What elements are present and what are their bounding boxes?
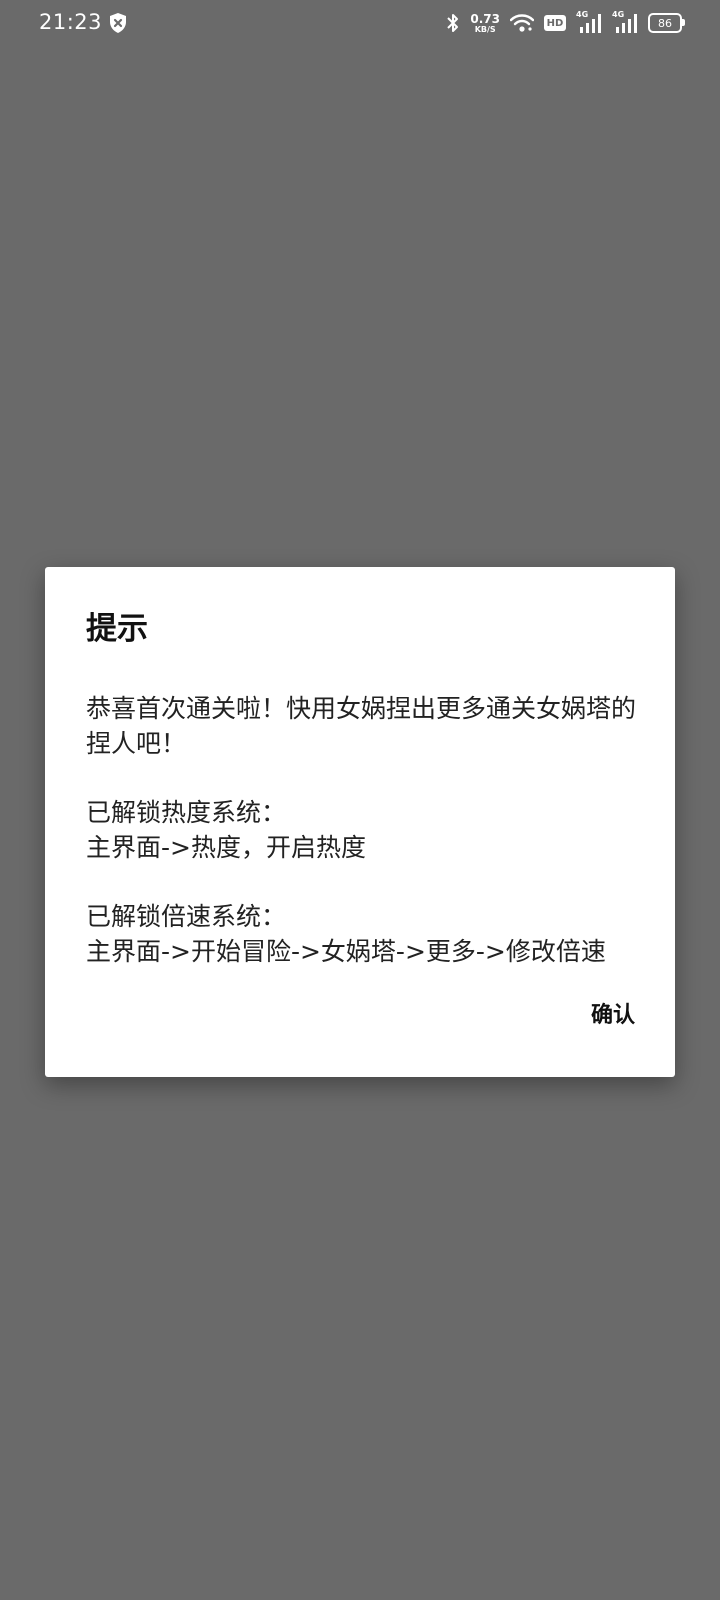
bluetooth-icon bbox=[447, 14, 459, 32]
network-speed-value: 0.73 bbox=[470, 11, 500, 26]
battery-level: 86 bbox=[658, 16, 672, 30]
message-line-heat-path: 主界面->热度，开启热度 bbox=[86, 833, 366, 862]
status-icons: 0.73 KB/S HD 4G 4G 86 bbox=[446, 10, 685, 36]
hint-dialog: 提示 恭喜首次通关啦！快用女娲捏出更多通关女娲塔的捏人吧！ 已解锁热度系统： 主… bbox=[45, 567, 675, 1077]
signal-icon bbox=[616, 14, 637, 33]
dialog-message: 恭喜首次通关啦！快用女娲捏出更多通关女娲塔的捏人吧！ 已解锁热度系统： 主界面-… bbox=[86, 691, 641, 969]
network-speed-unit: KB/S bbox=[474, 24, 496, 34]
status-bar: 21:23 0.73 KB/S HD 4G 4G 86 bbox=[0, 0, 720, 46]
confirm-button[interactable]: 确认 bbox=[591, 997, 635, 1029]
message-line-speed-path: 主界面->开始冒险->女娲塔->更多->修改倍速 bbox=[86, 937, 606, 966]
signal-sim2: 4G bbox=[612, 10, 638, 34]
shield-icon bbox=[110, 13, 126, 33]
signal-icon bbox=[580, 14, 601, 33]
dialog-title: 提示 bbox=[86, 611, 148, 647]
status-time: 21:23 bbox=[39, 10, 103, 34]
message-line-speed-unlocked: 已解锁倍速系统： bbox=[86, 902, 287, 931]
wifi-icon bbox=[510, 14, 534, 32]
message-line-heat-unlocked: 已解锁热度系统： bbox=[86, 798, 287, 827]
hd-voice-badge: HD bbox=[544, 15, 566, 31]
battery-icon: 86 bbox=[648, 13, 685, 33]
network-speed: 0.73 KB/S bbox=[470, 13, 500, 34]
signal-sim1: 4G bbox=[576, 10, 602, 34]
message-line-congrats: 恭喜首次通关啦！快用女娲捏出更多通关女娲塔的捏人吧！ bbox=[86, 694, 637, 758]
